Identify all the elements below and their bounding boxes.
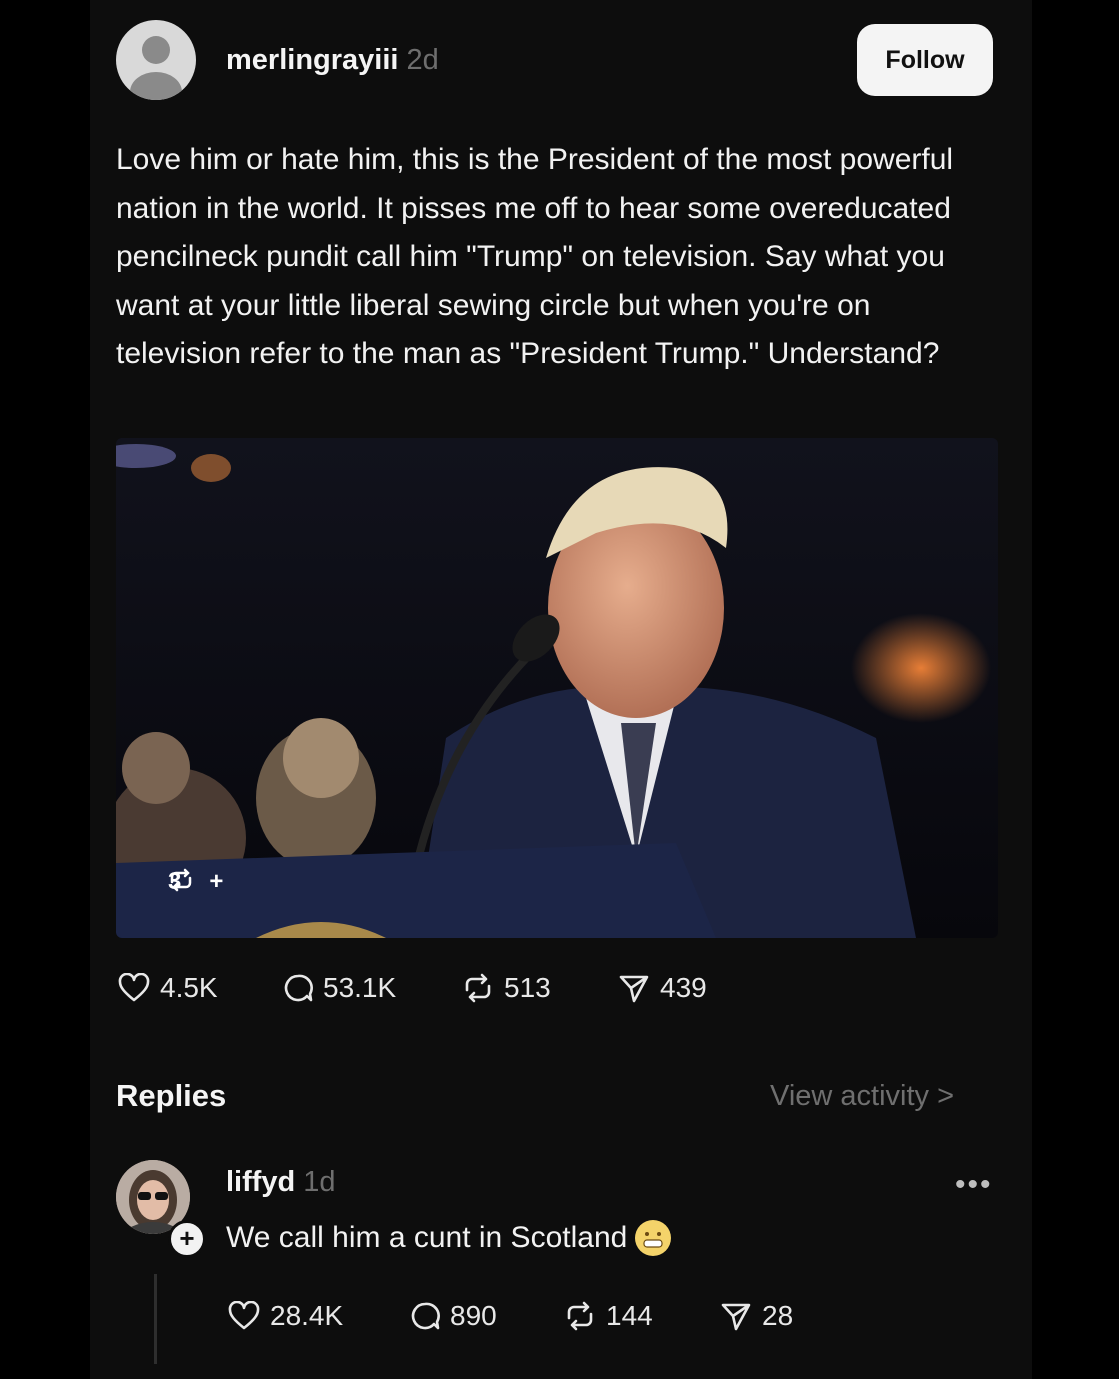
like-count: 4.5K: [160, 972, 218, 1003]
comment-count: 53.1K: [323, 972, 397, 1003]
reply-author[interactable]: liffyd 1d: [226, 1166, 336, 1199]
reply-repost-button[interactable]: 144: [564, 1300, 653, 1332]
repost-count: 513: [504, 972, 551, 1003]
reply-like-button[interactable]: 28.4K: [228, 1300, 343, 1332]
thread-line: [154, 1274, 157, 1364]
view-activity-link[interactable]: View activity >: [770, 1080, 954, 1113]
repost-icon: [465, 973, 491, 1003]
reply-text: We call him a cunt in Scotland: [226, 1221, 628, 1254]
post-author[interactable]: merlingrayiii 2d: [226, 44, 439, 77]
repost-icon: [567, 1301, 593, 1331]
post-timestamp: 2d: [406, 44, 439, 76]
reply-like-count: 28.4K: [270, 1300, 344, 1331]
default-avatar-icon: [130, 36, 182, 100]
heart-icon: [228, 1301, 260, 1330]
image-repost-count[interactable]: 3: [168, 868, 192, 896]
share-button[interactable]: 439: [618, 972, 707, 1004]
repost-icon: [170, 868, 192, 892]
image-add-button[interactable]: +: [209, 868, 223, 896]
heart-icon: [118, 973, 150, 1002]
follow-reply-user-button[interactable]: +: [168, 1220, 206, 1258]
reply-share-count: 28: [762, 1300, 794, 1331]
speech-bubble-icon: [284, 974, 313, 1002]
reply-comment-count: 890: [450, 1300, 497, 1331]
send-icon: [721, 1303, 751, 1331]
send-icon: [619, 975, 649, 1003]
follow-button[interactable]: Follow: [857, 24, 993, 96]
share-count: 439: [660, 972, 707, 1003]
grimace-emoji-icon: [635, 1220, 672, 1256]
post-image[interactable]: 3 +: [116, 438, 998, 938]
speech-bubble-icon: [411, 1302, 440, 1330]
post-username[interactable]: merlingrayiii: [226, 44, 398, 76]
replies-heading: Replies: [116, 1078, 227, 1113]
post-body: Love him or hate him, this is the Presid…: [116, 143, 954, 370]
image-overlay: 3 +: [168, 868, 223, 896]
reply-share-button[interactable]: 28: [720, 1300, 793, 1332]
reply-username[interactable]: liffyd: [226, 1166, 295, 1198]
reply-comment-button[interactable]: 890: [410, 1300, 497, 1332]
comment-button[interactable]: 53.1K: [283, 972, 396, 1004]
user-avatar[interactable]: [116, 20, 196, 100]
like-button[interactable]: 4.5K: [118, 972, 218, 1004]
reply-body: We call him a cunt in Scotland: [226, 1220, 672, 1256]
repost-button[interactable]: 513: [462, 972, 551, 1004]
speaker-photo: [116, 438, 998, 938]
more-options-icon[interactable]: •••: [955, 1168, 993, 1202]
reply-timestamp: 1d: [303, 1166, 336, 1198]
reply-repost-count: 144: [606, 1300, 653, 1331]
